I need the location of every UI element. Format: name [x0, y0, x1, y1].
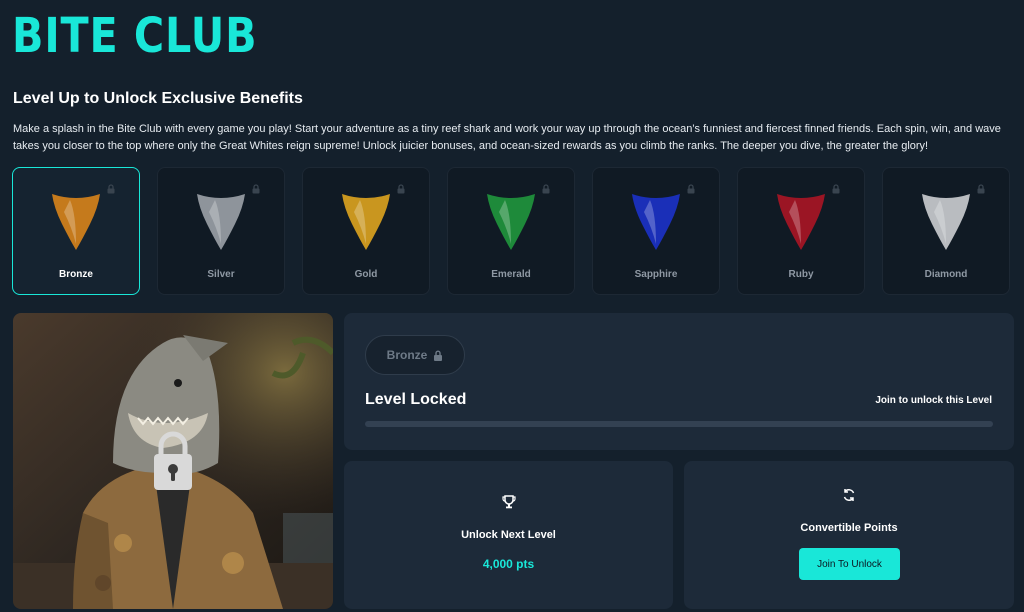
- tier-card-bronze[interactable]: Bronze: [12, 167, 140, 295]
- shark-tooth-icon: [342, 194, 390, 250]
- join-to-unlock-button[interactable]: Join To Unlock: [799, 548, 900, 580]
- level-status-panel: Bronze Level Locked Join to unlock this …: [344, 313, 1014, 450]
- lock-icon: [977, 184, 985, 194]
- lock-icon: [542, 184, 550, 194]
- tier-label: Bronze: [59, 269, 93, 280]
- tier-card-silver[interactable]: Silver: [157, 167, 285, 295]
- tier-label: Emerald: [491, 269, 531, 280]
- tier-label: Sapphire: [634, 269, 678, 280]
- lock-icon: [397, 184, 405, 194]
- lock-icon: [154, 431, 192, 490]
- level-status-title: Level Locked: [365, 391, 467, 408]
- shark-tooth-icon: [922, 194, 970, 250]
- convertible-points-label: Convertible Points: [800, 522, 898, 534]
- trophy-icon: [501, 495, 516, 509]
- brand-logo: BITE CLUB: [12, 8, 258, 64]
- shark-tooth-icon: [777, 194, 825, 250]
- shark-tooth-icon: [487, 194, 535, 250]
- shark-tooth-icon: [632, 194, 680, 250]
- tier-list: Bronze Silver Gold Emerald Sapphire Ruby…: [12, 167, 1010, 295]
- tier-badge-label: Bronze: [386, 348, 428, 362]
- join-link[interactable]: Join to unlock this Level: [875, 395, 992, 406]
- lock-icon: [252, 184, 260, 194]
- tier-label: Gold: [354, 269, 378, 280]
- tier-label: Silver: [207, 269, 235, 280]
- refresh-icon: [843, 489, 855, 501]
- tier-label: Diamond: [924, 269, 968, 280]
- tier-card-emerald[interactable]: Emerald: [447, 167, 575, 295]
- next-level-panel: Unlock Next Level 4,000 pts: [344, 461, 673, 609]
- tier-card-diamond[interactable]: Diamond: [882, 167, 1010, 295]
- intro-text: Make a splash in the Bite Club with ever…: [13, 123, 1001, 152]
- next-level-label: Unlock Next Level: [461, 529, 556, 541]
- convertible-points-panel: Convertible Points Join To Unlock: [684, 461, 1014, 609]
- lock-icon: [832, 184, 840, 194]
- lock-icon: [434, 350, 443, 361]
- lock-icon: [687, 184, 695, 194]
- page-subtitle: Level Up to Unlock Exclusive Benefits: [13, 90, 303, 107]
- tier-card-gold[interactable]: Gold: [302, 167, 430, 295]
- level-progress-bar: [365, 421, 993, 427]
- tier-card-ruby[interactable]: Ruby: [737, 167, 865, 295]
- shark-tooth-icon: [197, 194, 245, 250]
- next-level-points: 4,000 pts: [482, 557, 535, 571]
- tier-label: Ruby: [788, 269, 814, 280]
- shark-hero-image: [13, 313, 333, 609]
- tier-card-sapphire[interactable]: Sapphire: [592, 167, 720, 295]
- lock-icon: [107, 184, 115, 194]
- tier-badge: Bronze: [365, 335, 465, 375]
- shark-tooth-icon: [52, 194, 100, 250]
